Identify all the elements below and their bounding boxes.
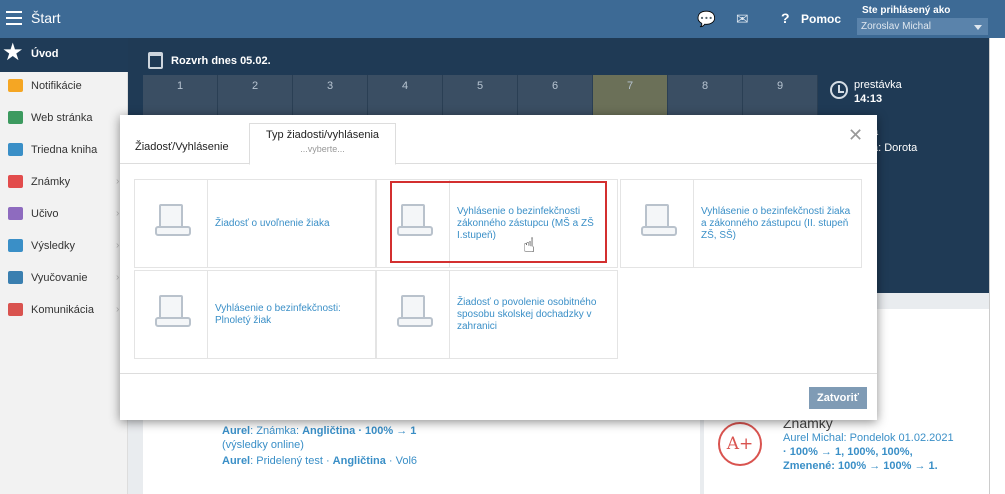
document-icon xyxy=(155,204,191,236)
close-button[interactable]: Zatvoriť xyxy=(809,387,867,409)
user-label: Ste prihlásený ako xyxy=(862,5,951,16)
calendar-icon xyxy=(148,52,163,69)
sidebar-item[interactable]: Vyučovanie › xyxy=(0,267,128,291)
sidebar-item-label: Učivo xyxy=(31,208,59,220)
chevron-down-icon xyxy=(974,25,982,30)
chat-icon[interactable]: 💬 xyxy=(697,10,716,28)
feed-note: (výsledky online) xyxy=(222,439,304,451)
teacher-info: a: Dorota xyxy=(872,142,918,154)
request-tile[interactable]: Žiadosť o uvoľnenie žiaka xyxy=(134,179,376,268)
grades-line[interactable]: Aurel Michal: Pondelok 01.02.2021 xyxy=(783,432,954,444)
selection-highlight xyxy=(390,181,607,263)
star-icon: ★ xyxy=(2,39,24,66)
period-cell[interactable]: 8 xyxy=(668,75,743,117)
break-label: prestávka xyxy=(854,79,902,91)
sidebar-item-label: Vyučovanie xyxy=(31,272,88,284)
sidebar-item-label: Výsledky xyxy=(31,240,76,252)
house-icon xyxy=(8,111,23,124)
period-cell[interactable]: 3 xyxy=(293,75,368,117)
chevron-right-icon: › xyxy=(116,272,120,283)
sidebar-item[interactable]: Komunikácia › xyxy=(0,299,128,323)
period-cell[interactable]: 4 xyxy=(368,75,443,117)
chevron-right-icon: › xyxy=(116,208,120,219)
break-time: 14:13 xyxy=(854,93,883,105)
tab-request[interactable]: Žiadosť/Vyhlásenie xyxy=(135,141,229,153)
sidebar-item-label: Úvod xyxy=(31,48,59,60)
grades-changed: Zmenené: 100% → 100% → 1. xyxy=(783,460,938,472)
document-icon xyxy=(155,295,191,327)
period-cell[interactable]: 7 xyxy=(593,75,668,117)
tile-label: Žiadosť o uvoľnenie žiaka xyxy=(215,217,330,229)
mail-icon[interactable]: ✉ xyxy=(736,10,749,28)
period-cell[interactable]: 5 xyxy=(443,75,518,117)
feed-item[interactable]: Aurel: Známka: Angličtina · 100% → 1 xyxy=(222,424,416,438)
document-icon xyxy=(397,295,433,327)
period-cell[interactable]: 1 xyxy=(143,75,218,117)
help-link[interactable]: Pomoc xyxy=(801,12,841,26)
window-edge xyxy=(989,38,1005,494)
request-dialog: Žiadosť/Vyhlásenie Typ žiadosti/vyhlásen… xyxy=(120,115,877,420)
request-tile[interactable]: Vyhlásenie o bezinfekčnosti: Plnoletý ži… xyxy=(134,270,376,359)
schedule-periods: 123456789 xyxy=(143,75,818,117)
learning-icon xyxy=(8,207,23,220)
sidebar-item[interactable]: Známky › xyxy=(0,171,128,195)
app-title[interactable]: Štart xyxy=(31,10,61,26)
request-tile[interactable]: Vyhlásenie o bezinfekčnosti žiaka a záko… xyxy=(620,179,862,268)
hand-cursor-icon: ☝ xyxy=(523,235,536,257)
sidebar-item-label: Notifikácie xyxy=(31,80,82,92)
period-cell[interactable]: 2 xyxy=(218,75,293,117)
chevron-right-icon: › xyxy=(116,304,120,315)
dialog-header: Žiadosť/Vyhlásenie Typ žiadosti/vyhlásen… xyxy=(120,115,877,165)
top-bar: Štart 💬 ✉ ? Pomoc Ste prihlásený ako Zor… xyxy=(0,0,1005,38)
user-name: Zoroslav Michal xyxy=(861,21,932,32)
sidebar-item-label: Triedna kniha xyxy=(31,144,98,156)
sidebar-item[interactable]: Výsledky › xyxy=(0,235,128,259)
chevron-right-icon: › xyxy=(116,176,120,187)
menu-icon[interactable] xyxy=(6,11,22,25)
tab-label: Typ žiadosti/vyhlásenia xyxy=(265,129,380,141)
tile-label: Vyhlásenie o bezinfekčnosti žiaka a záko… xyxy=(701,205,851,241)
dialog-footer: Zatvoriť xyxy=(120,373,877,420)
period-cell[interactable]: 9 xyxy=(743,75,818,117)
close-icon[interactable]: ✕ xyxy=(848,125,863,146)
envelope-icon xyxy=(8,79,23,92)
sidebar-item-label: Komunikácia xyxy=(31,304,94,316)
chart-icon xyxy=(8,239,23,252)
sidebar-item-uvod[interactable]: ★ Úvod xyxy=(0,38,128,72)
grade-badge-icon: A+ xyxy=(718,422,762,466)
lesson-icon xyxy=(8,271,23,284)
grades-line: · 100% → 1, 100%, 100%, xyxy=(783,446,913,458)
sidebar-item-label: Známky xyxy=(31,176,71,188)
sidebar-item[interactable]: Web stránka xyxy=(0,107,128,131)
document-icon xyxy=(641,204,677,236)
sidebar: ★ Úvod Notifikácie Web stránka Triedna kni… xyxy=(0,38,128,494)
tile-label: Vyhlásenie o bezinfekčnosti: Plnoletý ži… xyxy=(215,302,341,326)
feed-item[interactable]: Aurel: Pridelený test · Angličtina · Vol… xyxy=(222,454,417,468)
sidebar-item-label: Web stránka xyxy=(31,112,93,124)
sidebar-item[interactable]: Triedna kniha xyxy=(0,139,128,163)
tab-request-type[interactable]: Typ žiadosti/vyhlásenia ...vyberte... xyxy=(249,123,396,165)
request-tile[interactable]: Žiadosť o povolenie osobitného sposobu s… xyxy=(376,270,618,359)
tab-placeholder: ...vyberte... xyxy=(300,144,345,154)
clock-icon xyxy=(830,81,848,99)
chevron-right-icon: › xyxy=(116,240,120,251)
grade-icon xyxy=(8,175,23,188)
period-cell[interactable]: 6 xyxy=(518,75,593,117)
book-icon xyxy=(8,143,23,156)
user-box: Ste prihlásený ako Zoroslav Michal xyxy=(857,4,988,35)
chat-icon xyxy=(8,303,23,316)
user-select[interactable]: Zoroslav Michal xyxy=(857,18,988,35)
help-icon[interactable]: ? xyxy=(781,10,790,26)
sidebar-item[interactable]: Učivo › xyxy=(0,203,128,227)
tile-label: Žiadosť o povolenie osobitného sposobu s… xyxy=(457,296,597,332)
schedule-title: Rozvrh dnes 05.02. xyxy=(171,55,271,67)
sidebar-item[interactable]: Notifikácie xyxy=(0,75,128,99)
